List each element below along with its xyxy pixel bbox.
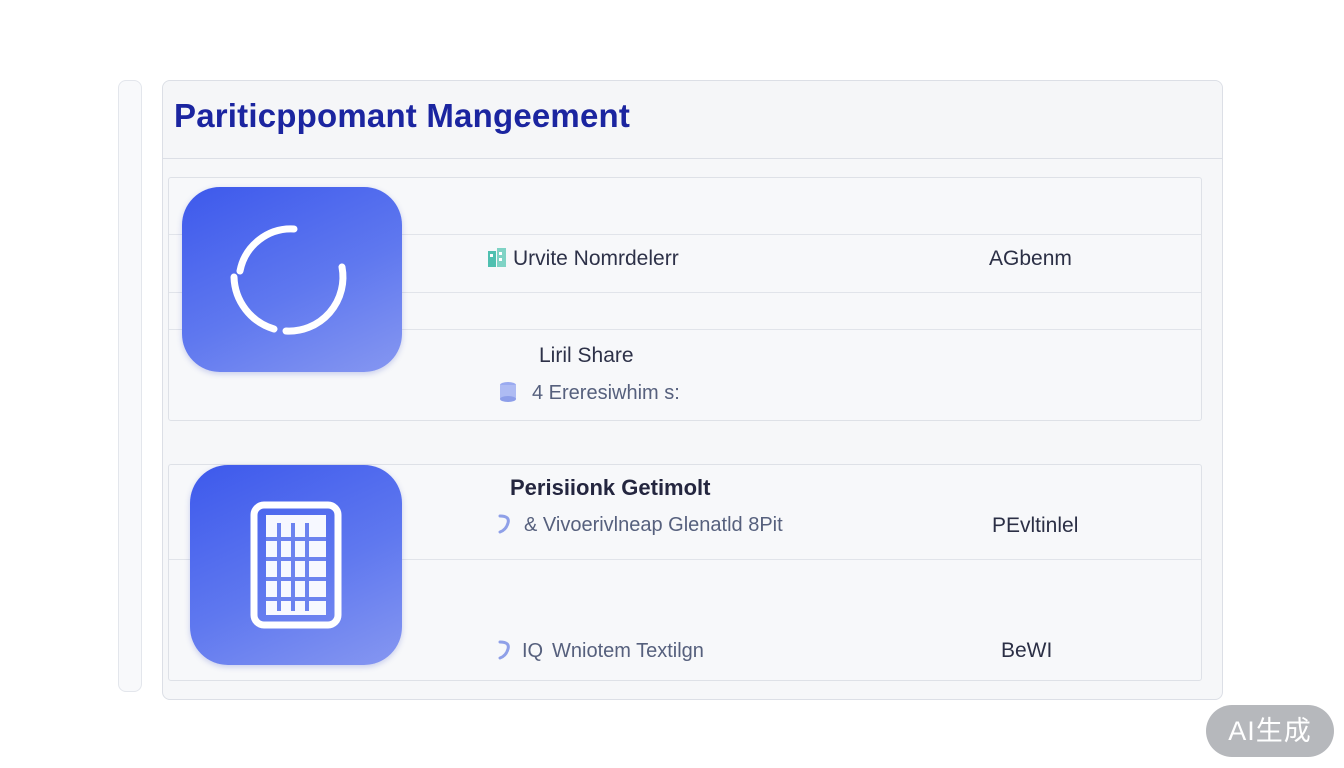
invite-member-value: AGbenm <box>989 247 1072 270</box>
permission-settings-value: PEvltinlel <box>992 514 1079 537</box>
permission-settings-label: Perisiionk Getimolt <box>510 475 711 500</box>
teal-building-icon <box>488 248 506 267</box>
waiting-room-prefix: IQ <box>522 640 544 662</box>
waiting-room-value: BeWI <box>1001 639 1053 662</box>
permission-settings-subtext: & Vivoerivlneap Glenatld 8Pit <box>524 514 783 536</box>
grid-calendar-icon <box>250 501 342 629</box>
stage: Pariticppomant Mangeement Urvite Nomrdel… <box>0 0 1344 768</box>
link-share-label: Liril Share <box>539 344 634 367</box>
refresh-tile[interactable] <box>182 187 402 372</box>
link-share-subtext: 4 Ereresiwhim s: <box>532 382 680 404</box>
waiting-room-label: Wniotem Textilgn <box>552 640 704 662</box>
cylinder-icon <box>500 382 516 402</box>
calendar-tile[interactable] <box>190 465 402 665</box>
left-scroll-rail[interactable] <box>118 80 142 692</box>
s-curve-icon <box>498 514 510 534</box>
participant-management-card: Pariticppomant Mangeement Urvite Nomrdel… <box>162 80 1223 700</box>
ai-generated-badge: AI生成 <box>1206 705 1334 757</box>
card-header: Pariticppomant Mangeement <box>163 81 1222 159</box>
invite-member-label: Urvite Nomrdelerr <box>513 247 679 270</box>
s-curve-icon <box>498 640 510 660</box>
page-title: Pariticppomant Mangeement <box>174 97 631 134</box>
refresh-circle-icon <box>230 225 347 335</box>
